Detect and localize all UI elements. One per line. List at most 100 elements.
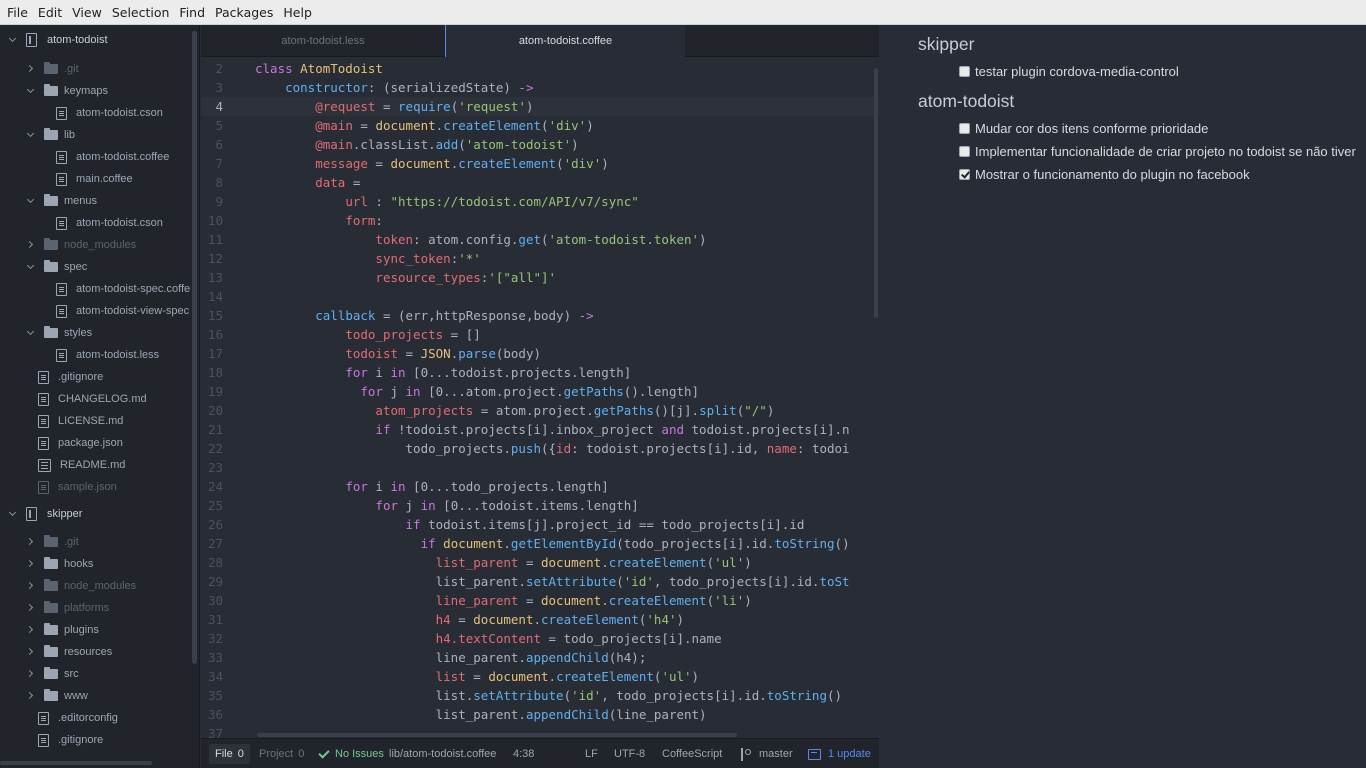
code-line[interactable]: 25 for j in [0...todoist.items.length] <box>201 496 879 515</box>
tree-file-item[interactable]: atom-todoist.coffee <box>0 146 190 168</box>
code-line[interactable]: 7 message = document.createElement('div'… <box>201 154 879 173</box>
chevron-right-icon[interactable] <box>26 240 36 250</box>
tree-book-item[interactable]: README.md <box>0 454 190 476</box>
tree-file-item[interactable]: atom-todoist.cson <box>0 102 190 124</box>
code-line[interactable]: 18 for i in [0...todoist.projects.length… <box>201 363 879 382</box>
code-line[interactable]: 20 atom_projects = atom.project.getPaths… <box>201 401 879 420</box>
code-line[interactable]: 27 if document.getElementById(todo_proje… <box>201 534 879 553</box>
code-line[interactable]: 8 data = <box>201 173 879 192</box>
code-line[interactable]: 6 @main.classList.add('atom-todoist') <box>201 135 879 154</box>
todo-checkbox[interactable] <box>959 66 970 77</box>
tree-folder-item[interactable]: plugins <box>0 619 190 641</box>
code-line[interactable]: 24 for i in [0...todo_projects.length] <box>201 477 879 496</box>
menu-find[interactable]: Find <box>174 0 210 25</box>
code-line[interactable]: 16 todo_projects = [] <box>201 325 879 344</box>
menu-edit[interactable]: Edit <box>33 0 67 25</box>
chevron-right-icon[interactable] <box>26 647 36 657</box>
tree-file-item[interactable]: sample.json <box>0 476 190 498</box>
code-line[interactable]: 22 todo_projects.push({id: todoist.proje… <box>201 439 879 458</box>
chevron-down-icon[interactable] <box>26 196 36 206</box>
tree-file-item[interactable]: atom-todoist-spec.coffe <box>0 278 190 300</box>
chevron-right-icon[interactable] <box>26 537 36 547</box>
tree-file-item[interactable]: atom-todoist.cson <box>0 212 190 234</box>
code-line[interactable]: 35 list.setAttribute('id', todo_projects… <box>201 686 879 705</box>
tree-folder-item[interactable]: styles <box>0 322 190 344</box>
code-line[interactable]: 10 form: <box>201 211 879 230</box>
tree-folder-item[interactable]: src <box>0 663 190 685</box>
chevron-right-icon[interactable] <box>26 669 36 679</box>
code-line[interactable]: 26 if todoist.items[j].project_id == tod… <box>201 515 879 534</box>
tree-file-item[interactable]: LICENSE.md <box>0 410 190 432</box>
status-updates[interactable]: 1 update <box>808 739 871 768</box>
tree-file-item[interactable]: package.json <box>0 432 190 454</box>
code-line[interactable]: 30 line_parent = document.createElement(… <box>201 591 879 610</box>
code-line[interactable]: 3 constructor: (serializedState) -> <box>201 78 879 97</box>
code-line[interactable]: 15 callback = (err,httpResponse,body) -> <box>201 306 879 325</box>
chevron-down-icon[interactable] <box>26 130 36 140</box>
editor-vertical-scrollbar[interactable] <box>874 68 878 318</box>
code-line[interactable]: 23 <box>201 458 879 477</box>
chevron-down-icon[interactable] <box>26 328 36 338</box>
tree-file-item[interactable]: atom-todoist.less <box>0 344 190 366</box>
chevron-right-icon[interactable] <box>26 64 36 74</box>
tab-atom-todoist-less[interactable]: atom-todoist.less <box>201 25 445 57</box>
tree-folder-item[interactable]: hooks <box>0 553 190 575</box>
chevron-down-icon[interactable] <box>26 86 36 96</box>
tree-project-skipper[interactable]: skipper <box>0 503 190 525</box>
code-line[interactable]: 9 url : "https://todoist.com/API/v7/sync… <box>201 192 879 211</box>
todo-item[interactable]: Mudar cor dos itens conforme prioridade <box>959 121 1208 136</box>
tree-file-item[interactable]: .gitignore <box>0 729 190 751</box>
tree-folder-item[interactable]: .git <box>0 58 190 80</box>
chevron-right-icon[interactable] <box>26 603 36 613</box>
todo-checkbox[interactable] <box>959 146 970 157</box>
status-grammar[interactable]: CoffeeScript <box>662 739 722 768</box>
menu-packages[interactable]: Packages <box>210 0 278 25</box>
code-line[interactable]: 36 list_parent.appendChild(line_parent) <box>201 705 879 724</box>
code-line[interactable]: 34 list = document.createElement('ul') <box>201 667 879 686</box>
menu-view[interactable]: View <box>67 0 107 25</box>
tree-view[interactable]: atom-todoist .git keymaps atom-todoist.cson… <box>0 25 200 768</box>
code-line[interactable]: 28 list_parent = document.createElement(… <box>201 553 879 572</box>
menu-selection[interactable]: Selection <box>107 0 175 25</box>
chevron-right-icon[interactable] <box>26 559 36 569</box>
code-line[interactable]: 12 sync_token:'*' <box>201 249 879 268</box>
todo-item[interactable]: Mostrar o funcionamento do plugin no fac… <box>959 167 1250 182</box>
status-cursor-position[interactable]: 4:38 <box>513 739 534 768</box>
todo-item[interactable]: Implementar funcionalidade de criar proj… <box>959 144 1356 159</box>
tree-file-item[interactable]: main.coffee <box>0 168 190 190</box>
code-line[interactable]: 21 if !todoist.projects[i].inbox_project… <box>201 420 879 439</box>
status-line-ending[interactable]: LF <box>585 739 598 768</box>
status-file-tab[interactable]: File 0 <box>209 744 250 764</box>
chevron-down-icon[interactable] <box>8 35 18 45</box>
todo-checkbox[interactable] <box>959 123 970 134</box>
chevron-right-icon[interactable] <box>26 625 36 635</box>
chevron-down-icon[interactable] <box>8 509 18 519</box>
code-line[interactable]: 31 h4 = document.createElement('h4') <box>201 610 879 629</box>
code-line[interactable]: 32 h4.textContent = todo_projects[i].nam… <box>201 629 879 648</box>
todo-checkbox[interactable] <box>959 169 970 180</box>
code-line[interactable]: 17 todoist = JSON.parse(body) <box>201 344 879 363</box>
tree-folder-item[interactable]: resources <box>0 641 190 663</box>
tree-folder-item[interactable]: .git <box>0 531 190 553</box>
tree-folder-item[interactable]: www <box>0 685 190 707</box>
code-line[interactable]: 33 line_parent.appendChild(h4); <box>201 648 879 667</box>
code-line[interactable]: 11 token: atom.config.get('atom-todoist.… <box>201 230 879 249</box>
status-file-path[interactable]: lib/atom-todoist.coffee <box>389 739 496 768</box>
code-line[interactable]: 5 @main = document.createElement('div') <box>201 116 879 135</box>
chevron-right-icon[interactable] <box>26 581 36 591</box>
status-encoding[interactable]: UTF-8 <box>614 739 645 768</box>
tree-view-scrollbar[interactable] <box>192 31 197 664</box>
menu-file[interactable]: File <box>2 0 33 25</box>
status-project-tab[interactable]: Project 0 <box>253 744 310 764</box>
tree-file-item[interactable]: CHANGELOG.md <box>0 388 190 410</box>
tree-view-horizontal-scrollbar[interactable] <box>0 761 152 765</box>
tree-file-item[interactable]: atom-todoist-view-spec <box>0 300 190 322</box>
chevron-down-icon[interactable] <box>26 262 36 272</box>
code-line[interactable]: 19 for j in [0...atom.project.getPaths()… <box>201 382 879 401</box>
code-line[interactable]: 29 list_parent.setAttribute('id', todo_p… <box>201 572 879 591</box>
tree-folder-item[interactable]: spec <box>0 256 190 278</box>
text-editor[interactable]: 37 36 list_parent.appendChild(line_parent… <box>201 58 879 738</box>
tab-atom-todoist-coffee[interactable]: atom-todoist.coffee <box>445 25 685 57</box>
tree-folder-item[interactable]: platforms <box>0 597 190 619</box>
tree-file-item[interactable]: .gitignore <box>0 366 190 388</box>
